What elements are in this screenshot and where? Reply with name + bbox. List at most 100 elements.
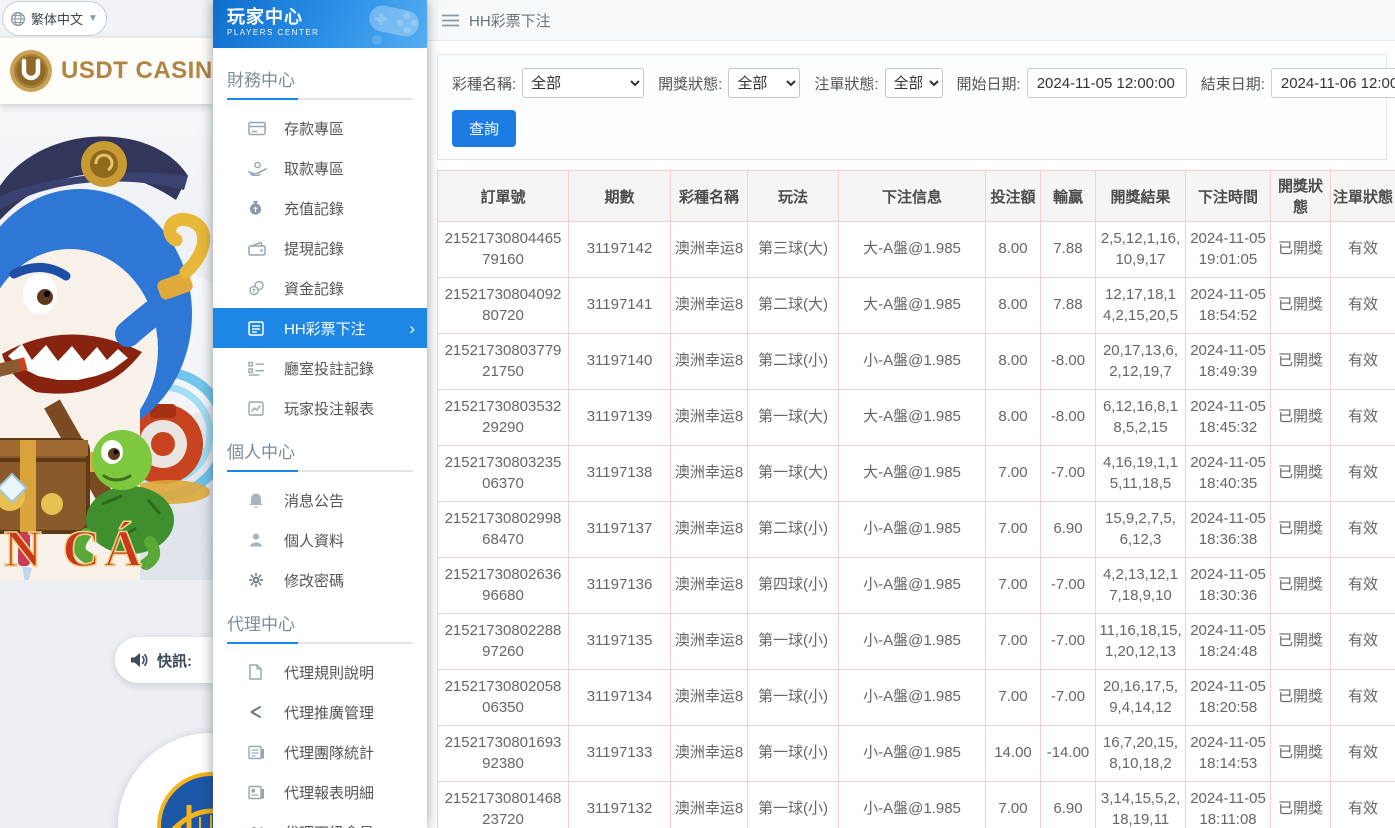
table-cell: 2152173080228897260 (438, 614, 569, 670)
sidebar-item-充值記錄[interactable]: 充值記錄 (213, 188, 427, 228)
table-cell: 16,7,20,15,8,10,18,2 (1096, 726, 1186, 782)
table-cell: 31197141 (569, 278, 671, 334)
table-cell: 澳洲幸运8 (671, 782, 748, 828)
sidebar-nav: 財務中心存款專區取款專區充值記錄提現記錄資金記錄HH彩票下注›廳室投註記錄玩家投… (213, 48, 427, 828)
column-header: 訂單號 (438, 171, 569, 222)
speaker-icon (130, 652, 149, 668)
sidebar-header: 玩家中心 PLAYERS CENTER (213, 0, 427, 48)
site-logo[interactable]: USDT CASINO (0, 38, 213, 104)
table-cell: 7.00 (986, 446, 1041, 502)
table-cell: 31197138 (569, 446, 671, 502)
table-cell: 31197133 (569, 726, 671, 782)
column-header: 輸贏 (1041, 171, 1096, 222)
table-cell: 2024-11-05 18:14:53 (1186, 726, 1271, 782)
table-cell: -8.00 (1041, 390, 1096, 446)
table-cell: -14.00 (1041, 726, 1096, 782)
order-status-label: 注單狀態: (814, 73, 878, 94)
sidebar-item-代理規則說明[interactable]: 代理規則說明 (213, 652, 427, 692)
table-cell: 小-A盤@1.985 (839, 726, 986, 782)
table-cell: 已開獎 (1271, 726, 1331, 782)
table-cell: 20,16,17,5,9,4,14,12 (1096, 670, 1186, 726)
language-selector[interactable]: 繁体中文 ▼ (2, 1, 107, 36)
menu-toggle-icon[interactable] (442, 14, 459, 27)
table-cell: 第三球(大) (748, 222, 839, 278)
table-cell: -8.00 (1041, 334, 1096, 390)
table-cell: -7.00 (1041, 558, 1096, 614)
sidebar-item-玩家投注報表[interactable]: 玩家投注報表 (213, 388, 427, 428)
sidebar-item-取款專區[interactable]: 取款專區 (213, 148, 427, 188)
table-cell: 6.90 (1041, 782, 1096, 828)
column-header: 下注時間 (1186, 171, 1271, 222)
draw-status-select[interactable]: 全部 (728, 68, 800, 98)
nav-section-title: 代理中心 (213, 600, 427, 642)
lottery-type-select[interactable]: 全部 (522, 68, 644, 98)
sidebar-item-label: 個人資料 (284, 530, 344, 551)
table-cell: 2152173080169392380 (438, 726, 569, 782)
table-cell: -7.00 (1041, 614, 1096, 670)
table-cell: 小-A盤@1.985 (839, 782, 986, 828)
sidebar-item-HH彩票下注[interactable]: HH彩票下注› (213, 308, 427, 348)
table-cell: 2024-11-05 18:24:48 (1186, 614, 1271, 670)
table-cell: 12,17,18,14,2,15,20,5 (1096, 278, 1186, 334)
sidebar-item-label: 消息公告 (284, 490, 344, 511)
end-date-input[interactable] (1271, 68, 1395, 98)
news-ticker-label: 快訊: (157, 650, 192, 671)
table-cell: 7.00 (986, 670, 1041, 726)
sidebar-item-個人資料[interactable]: 個人資料 (213, 520, 427, 560)
column-header: 期數 (569, 171, 671, 222)
sidebar-item-代理報表明細[interactable]: 代理報表明細 (213, 772, 427, 812)
table-row: 215217308022889726031197135澳洲幸运8第一球(小)小-… (438, 614, 1395, 670)
sidebar-item-消息公告[interactable]: 消息公告 (213, 480, 427, 520)
sidebar-item-修改密碼[interactable]: 修改密碼 (213, 560, 427, 600)
table-row: 215217308014682372031197132澳洲幸运8第一球(小)小-… (438, 782, 1395, 828)
table-cell: 有效 (1331, 222, 1395, 278)
table-cell: 2152173080205806350 (438, 670, 569, 726)
hall-bet-record-icon (248, 360, 267, 377)
table-cell: 已開獎 (1271, 502, 1331, 558)
sidebar-item-label: 玩家投注報表 (284, 398, 374, 419)
sidebar-item-代理下級會員[interactable]: 代理下級會員 (213, 812, 427, 828)
sidebar-item-資金記錄[interactable]: 資金記錄 (213, 268, 427, 308)
sidebar-item-代理推廣管理[interactable]: 代理推廣管理 (213, 692, 427, 732)
site-background: 繁体中文 ▼ USDT CASINO (0, 0, 213, 828)
bet-records-table-wrap: 訂單號期數彩種名稱玩法下注信息投注額輸贏開獎結果下注時間開獎狀態注單狀態 215… (437, 170, 1395, 828)
table-cell: 小-A盤@1.985 (839, 614, 986, 670)
person-icon (248, 532, 267, 549)
start-date-input[interactable] (1027, 68, 1187, 98)
members-icon (248, 824, 267, 828)
table-cell: 小-A盤@1.985 (839, 670, 986, 726)
lottery-bet-icon (248, 320, 267, 337)
end-date-label: 結束日期: (1201, 73, 1265, 94)
order-status-select[interactable]: 全部 (885, 68, 943, 98)
table-cell: 第一球(小) (748, 782, 839, 828)
sidebar-item-代理團隊統計[interactable]: 代理團隊統計 (213, 732, 427, 772)
table-cell: 有效 (1331, 446, 1395, 502)
table-cell: 11,16,18,15,1,20,12,13 (1096, 614, 1186, 670)
table-cell: 第二球(小) (748, 502, 839, 558)
table-row: 215217308032350637031197138澳洲幸运8第一球(大)大-… (438, 446, 1395, 502)
table-cell: 第四球(小) (748, 558, 839, 614)
table-cell: 2024-11-05 18:11:08 (1186, 782, 1271, 828)
sidebar-item-廳室投註記錄[interactable]: 廳室投註記錄 (213, 348, 427, 388)
table-cell: 小-A盤@1.985 (839, 334, 986, 390)
table-cell: 已開獎 (1271, 558, 1331, 614)
news-ticker[interactable]: 快訊: (115, 637, 213, 683)
table-row: 215217308020580635031197134澳洲幸运8第一球(小)小-… (438, 670, 1395, 726)
main-content: HH彩票下注 彩種名稱: 全部 開獎狀態: 全部 注單狀態: (427, 0, 1395, 828)
player-center-page: 繁体中文 ▼ USDT CASINO (0, 0, 1395, 828)
nav-section-underline (227, 98, 413, 100)
table-cell: 7.00 (986, 558, 1041, 614)
table-cell: 有效 (1331, 278, 1395, 334)
table-row: 215217308035322929031197139澳洲幸运8第一球(大)大-… (438, 390, 1395, 446)
table-cell: 6.90 (1041, 502, 1096, 558)
table-cell: 第二球(小) (748, 334, 839, 390)
sidebar-item-存款專區[interactable]: 存款專區 (213, 108, 427, 148)
search-button[interactable]: 查詢 (452, 110, 516, 147)
sidebar-item-提現記錄[interactable]: 提現記錄 (213, 228, 427, 268)
table-cell: 大-A盤@1.985 (839, 222, 986, 278)
sidebar: 玩家中心 PLAYERS CENTER 財務中心存款專區取款專區充值記錄提現記錄… (213, 0, 427, 828)
sidebar-item-label: 提現記錄 (284, 238, 344, 259)
table-cell: 31197134 (569, 670, 671, 726)
table-cell: 有效 (1331, 334, 1395, 390)
table-cell: 澳洲幸运8 (671, 222, 748, 278)
